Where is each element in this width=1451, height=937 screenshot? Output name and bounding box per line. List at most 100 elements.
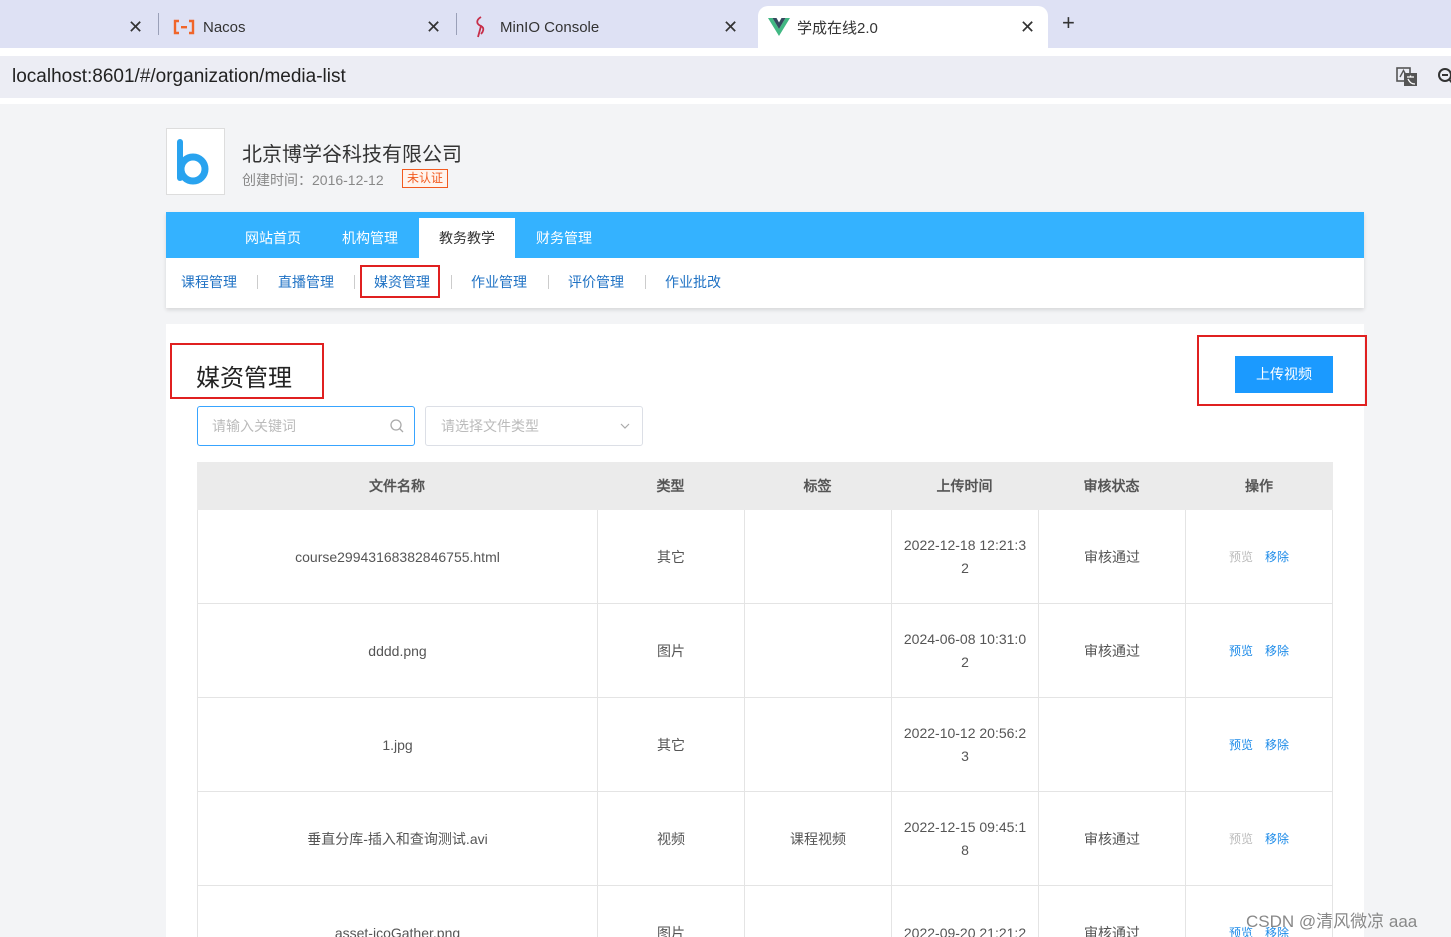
cell-filename: dddd.png: [197, 604, 597, 698]
browser-tab-hidden[interactable]: ✕: [0, 6, 150, 48]
nacos-logo-icon: [173, 19, 195, 35]
browser-tab-strip: ✕ Nacos ✕ MinIO Console ✕ 学成在线2.0 ✕ +: [0, 0, 1451, 48]
cell-type: 其它: [597, 510, 744, 604]
org-created-date: 创建时间：2016-12-12: [242, 172, 384, 188]
divider: [257, 275, 258, 289]
cell-upload-time: 2022-09-20 21:21:2: [891, 886, 1038, 937]
cell-upload-time: 2022-12-15 09:45:1 8: [891, 792, 1038, 886]
cell-filename: 垂直分库-插入和查询测试.avi: [197, 792, 597, 886]
new-tab-icon[interactable]: +: [1062, 10, 1075, 36]
column-header-type: 类型: [656, 478, 685, 494]
column-header-actions: 操作: [1245, 478, 1273, 494]
divider: [451, 275, 452, 289]
subnav-course-management[interactable]: 课程管理: [181, 270, 237, 294]
remove-link[interactable]: 移除: [1265, 640, 1289, 663]
status-badge: 未认证: [402, 169, 449, 188]
org-name: 北京博学谷科技有限公司: [242, 144, 462, 166]
table-row: 1.jpg 其它 2022-10-12 20:56:2 3 预览 移除: [197, 698, 1333, 792]
cell-audit-status: [1038, 698, 1185, 792]
cell-upload-time: 2022-12-18 12:21:3 2: [891, 510, 1038, 604]
nav-home[interactable]: 网站首页: [225, 218, 321, 258]
time-line-2: 8: [961, 842, 969, 858]
divider: [548, 275, 549, 289]
tab-separator: [158, 13, 159, 35]
time-line-1: 2022-10-12 20:56:2: [903, 725, 1027, 741]
close-icon[interactable]: ✕: [426, 17, 441, 38]
chevron-down-icon: [620, 423, 630, 429]
cell-audit-status: 审核通过: [1038, 510, 1185, 604]
cell-filename: course29943168382846755.html: [197, 510, 597, 604]
translate-icon[interactable]: [1396, 67, 1418, 87]
subnav-homework-grading[interactable]: 作业批改: [665, 270, 721, 294]
file-type-select[interactable]: 请选择文件类型: [425, 406, 643, 446]
tab-title: Nacos: [203, 18, 246, 36]
vue-logo-icon: [768, 18, 790, 36]
annotation-highlight-box: [170, 343, 324, 399]
org-logo-icon: [177, 139, 209, 185]
cell-actions: 预览 移除: [1185, 510, 1333, 604]
cell-tag: [744, 510, 891, 604]
browser-tab-xuecheng[interactable]: 学成在线2.0 ✕: [758, 6, 1048, 48]
search-input[interactable]: 请输入关键词: [197, 406, 415, 446]
main-navigation: 网站首页 机构管理 教务教学 财务管理 课程管理 直播管理 媒资管理 作业管理 …: [166, 212, 1364, 308]
top-nav-bar: 网站首页 机构管理 教务教学 财务管理: [166, 212, 1364, 258]
cell-tag: 课程视频: [744, 792, 891, 886]
cell-upload-time: 2022-10-12 20:56:2 3: [891, 698, 1038, 792]
remove-link[interactable]: 移除: [1265, 546, 1289, 569]
tab-title: 学成在线2.0: [797, 19, 878, 37]
time-line-2: 3: [961, 748, 969, 764]
cell-type: 视频: [597, 792, 744, 886]
cell-tag: [744, 604, 891, 698]
preview-link[interactable]: 预览: [1229, 828, 1253, 851]
subnav-homework-management[interactable]: 作业管理: [471, 270, 527, 294]
nav-org-management[interactable]: 机构管理: [322, 218, 418, 258]
time-line-2: 2: [961, 654, 969, 670]
cell-type: 图片: [597, 886, 744, 937]
subnav-review-management[interactable]: 评价管理: [568, 270, 624, 294]
nav-teaching[interactable]: 教务教学: [419, 218, 515, 258]
time-line-1: 2022-12-15 09:45:1: [903, 819, 1027, 835]
cell-type: 图片: [597, 604, 744, 698]
minio-logo-icon: [476, 16, 485, 38]
search-icon[interactable]: [390, 419, 404, 433]
cell-actions: 预览 移除: [1185, 698, 1333, 792]
divider: [354, 275, 355, 289]
watermark: CSDN @清风微凉 aaa: [1246, 912, 1418, 931]
cell-actions: 预览 移除: [1185, 604, 1333, 698]
remove-link[interactable]: 移除: [1265, 828, 1289, 851]
table-header: 文件名称 类型 标签 上传时间 审核状态 操作: [197, 462, 1333, 510]
cell-filename: 1.jpg: [197, 698, 597, 792]
cell-actions: 预览 移除: [1185, 792, 1333, 886]
annotation-highlight-box: [1197, 335, 1367, 406]
column-header-upload-time: 上传时间: [936, 478, 993, 494]
subnav-live-management[interactable]: 直播管理: [278, 270, 334, 294]
tab-separator: [456, 13, 457, 35]
divider: [645, 275, 646, 289]
tab-title: MinIO Console: [500, 18, 600, 36]
column-header-tag: 标签: [803, 478, 832, 494]
close-icon[interactable]: ✕: [723, 17, 738, 38]
browser-tab-minio[interactable]: MinIO Console ✕: [458, 6, 748, 48]
annotation-highlight-box: [360, 265, 440, 298]
close-icon[interactable]: ✕: [1020, 17, 1035, 38]
table-row: dddd.png 图片 2024-06-08 10:31:0 2 审核通过 预览…: [197, 604, 1333, 698]
cell-audit-status: 审核通过: [1038, 886, 1185, 937]
preview-link[interactable]: 预览: [1229, 734, 1253, 757]
cell-filename: asset-icoGather.png: [197, 886, 597, 937]
cell-tag: [744, 886, 891, 937]
preview-link[interactable]: 预览: [1229, 640, 1253, 663]
zoom-icon[interactable]: [1437, 67, 1451, 87]
cell-audit-status: 审核通过: [1038, 604, 1185, 698]
column-header-filename: 文件名称: [369, 478, 425, 494]
preview-link[interactable]: 预览: [1229, 546, 1253, 569]
nav-finance[interactable]: 财务管理: [516, 218, 612, 258]
cell-tag: [744, 698, 891, 792]
cell-audit-status: 审核通过: [1038, 792, 1185, 886]
browser-tab-nacos[interactable]: Nacos ✕: [160, 6, 450, 48]
url-field[interactable]: localhost:8601/#/organization/media-list: [0, 56, 1451, 98]
time-line-2: 2: [961, 560, 969, 576]
time-line-1: 2024-06-08 10:31:0: [903, 631, 1027, 647]
close-icon[interactable]: ✕: [128, 17, 143, 38]
cell-type: 其它: [597, 698, 744, 792]
remove-link[interactable]: 移除: [1265, 734, 1289, 757]
